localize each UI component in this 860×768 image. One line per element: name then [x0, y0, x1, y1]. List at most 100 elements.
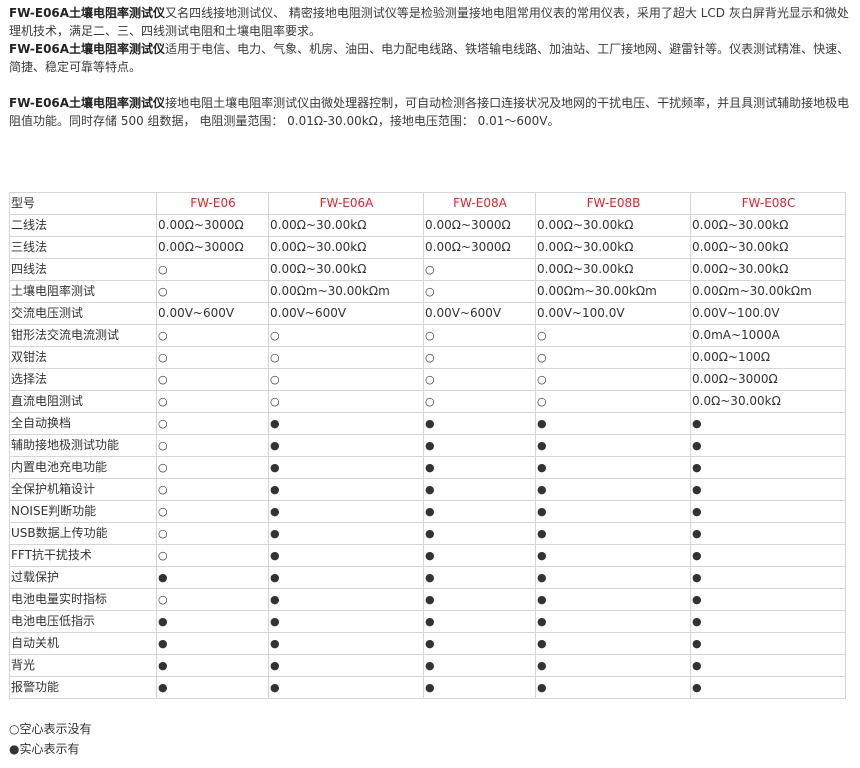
table-row: FFT抗干扰技术 ○ ● ● ● ●	[9, 544, 846, 567]
table-cell: 0.00Ω~30.00kΩ	[268, 236, 424, 259]
row-label: 电池电量实时指标	[9, 588, 157, 611]
row-label: 全自动换档	[9, 412, 157, 435]
intro-paragraph-1: FW-E06A土壤电阻率测试仪又名四线接地测试仪、 精密接地电阻测试仪等是检验测…	[9, 4, 851, 40]
table-cell: 0.00V~100.0V	[690, 302, 846, 325]
table-cell: ○	[156, 324, 269, 347]
table-cell: 0.00V~600V	[156, 302, 269, 325]
table-cell: ●	[268, 588, 424, 611]
table-cell: 0.00Ω~100Ω	[690, 346, 846, 369]
table-cell: 0.00Ω~3000Ω	[423, 214, 536, 237]
table-cell: ●	[535, 566, 691, 589]
table-cell: ●	[423, 434, 536, 457]
table-cell: 0.00Ω~30.00kΩ	[268, 214, 424, 237]
table-cell: ○	[156, 456, 269, 479]
table-cell: 0.00V~600V	[423, 302, 536, 325]
table-cell: 0.00Ω~3000Ω	[690, 368, 846, 391]
table-cell: ●	[690, 456, 846, 479]
table-cell: ○	[423, 324, 536, 347]
table-cell: ●	[535, 478, 691, 501]
table-cell: ○	[156, 478, 269, 501]
table-cell: ●	[690, 676, 846, 699]
table-cell: ●	[423, 478, 536, 501]
table-cell: ●	[690, 544, 846, 567]
table-row: 过载保护 ● ● ● ● ●	[9, 566, 846, 589]
table-cell: ●	[690, 632, 846, 655]
table-cell: ●	[690, 654, 846, 677]
model-header: FW-E08A	[423, 192, 536, 215]
table-cell: ●	[690, 610, 846, 633]
table-cell: ●	[690, 434, 846, 457]
table-cell: 0.00Ω~30.00kΩ	[690, 236, 846, 259]
row-label: 内置电池充电功能	[9, 456, 157, 479]
table-cell: ●	[423, 522, 536, 545]
table-cell: 0.00Ω~30.00kΩ	[535, 214, 691, 237]
table-cell: 0.00Ω~30.00kΩ	[535, 258, 691, 281]
table-cell: 0.00Ω~3000Ω	[423, 236, 536, 259]
table-row: 自动关机 ● ● ● ● ●	[9, 632, 846, 655]
table-cell: ●	[535, 544, 691, 567]
table-cell: ●	[423, 412, 536, 435]
table-row: 交流电压测试 0.00V~600V 0.00V~600V 0.00V~600V 0.00…	[9, 302, 846, 325]
table-row: NOISE判断功能 ○ ● ● ● ●	[9, 500, 846, 523]
table-cell: ●	[690, 412, 846, 435]
table-cell: ●	[535, 632, 691, 655]
table-cell: ●	[423, 632, 536, 655]
table-cell: ●	[156, 632, 269, 655]
table-cell: ○	[423, 346, 536, 369]
table-cell: ●	[423, 588, 536, 611]
product-name: FW-E06A土壤电阻率测试仪	[9, 6, 166, 20]
table-cell: ○	[268, 324, 424, 347]
table-cell: ●	[535, 412, 691, 435]
legend: ○空心表示没有 ●实心表示有	[9, 719, 91, 759]
row-label: 二线法	[9, 214, 157, 237]
table-cell: 0.00Ω~30.00kΩ	[690, 258, 846, 281]
table-cell: ●	[156, 610, 269, 633]
table-cell: ●	[156, 676, 269, 699]
table-cell: ○	[423, 258, 536, 281]
table-cell: ○	[156, 588, 269, 611]
table-cell: ●	[535, 610, 691, 633]
table-cell: ○	[156, 412, 269, 435]
table-cell: 0.00Ωm~30.00kΩm	[268, 280, 424, 303]
table-cell: ●	[268, 544, 424, 567]
table-cell: ○	[423, 368, 536, 391]
table-row: 电池电量实时指标 ○ ● ● ● ●	[9, 588, 846, 611]
table-cell: 0.00Ωm~30.00kΩm	[690, 280, 846, 303]
table-cell: ○	[156, 346, 269, 369]
table-cell: ●	[690, 588, 846, 611]
table-cell: ○	[535, 368, 691, 391]
table-cell: ●	[156, 566, 269, 589]
table-cell: ●	[268, 676, 424, 699]
intro-paragraph-3: FW-E06A土壤电阻率测试仪接地电阻土壤电阻率测试仪由微处理器控制，可自动检测…	[9, 94, 851, 130]
row-label: 电池电压低指示	[9, 610, 157, 633]
intro-paragraph-2: FW-E06A土壤电阻率测试仪适用于电信、电力、气象、机房、油田、电力配电线路、…	[9, 40, 851, 76]
table-cell: 0.00V~100.0V	[535, 302, 691, 325]
table-row: 背光 ● ● ● ● ●	[9, 654, 846, 677]
model-header: FW-E06	[156, 192, 269, 215]
table-cell: ○	[423, 280, 536, 303]
table-cell: ●	[535, 588, 691, 611]
table-cell: ●	[535, 654, 691, 677]
table-cell: ○	[535, 324, 691, 347]
table-row: 二线法 0.00Ω~3000Ω 0.00Ω~30.00kΩ 0.00Ω~3000Ω 0.…	[9, 214, 846, 237]
table-cell: ○	[268, 368, 424, 391]
row-label: FFT抗干扰技术	[9, 544, 157, 567]
legend-hollow: ○空心表示没有	[9, 722, 92, 736]
table-row: 直流电阻测试 ○ ○ ○ ○ 0.0Ω~30.00kΩ	[9, 390, 846, 413]
row-label: 全保护机箱设计	[9, 478, 157, 501]
table-cell: ●	[268, 434, 424, 457]
table-row: 全保护机箱设计 ○ ● ● ● ●	[9, 478, 846, 501]
table-row: 全自动换档 ○ ● ● ● ●	[9, 412, 846, 435]
row-label: NOISE判断功能	[9, 500, 157, 523]
table-cell: ●	[690, 566, 846, 589]
table-row: 双钳法 ○ ○ ○ ○ 0.00Ω~100Ω	[9, 346, 846, 369]
table-cell: ○	[156, 390, 269, 413]
row-label: 辅助接地极测试功能	[9, 434, 157, 457]
table-cell: ●	[535, 434, 691, 457]
table-cell: 0.0mA~1000A	[690, 324, 846, 347]
table-header-row: 型号 FW-E06 FW-E06A FW-E08A FW-E08B FW-E08…	[9, 192, 846, 215]
table-cell: 0.0Ω~30.00kΩ	[690, 390, 846, 413]
table-cell: ●	[690, 500, 846, 523]
table-row: 选择法 ○ ○ ○ ○ 0.00Ω~3000Ω	[9, 368, 846, 391]
table-cell: ●	[268, 654, 424, 677]
